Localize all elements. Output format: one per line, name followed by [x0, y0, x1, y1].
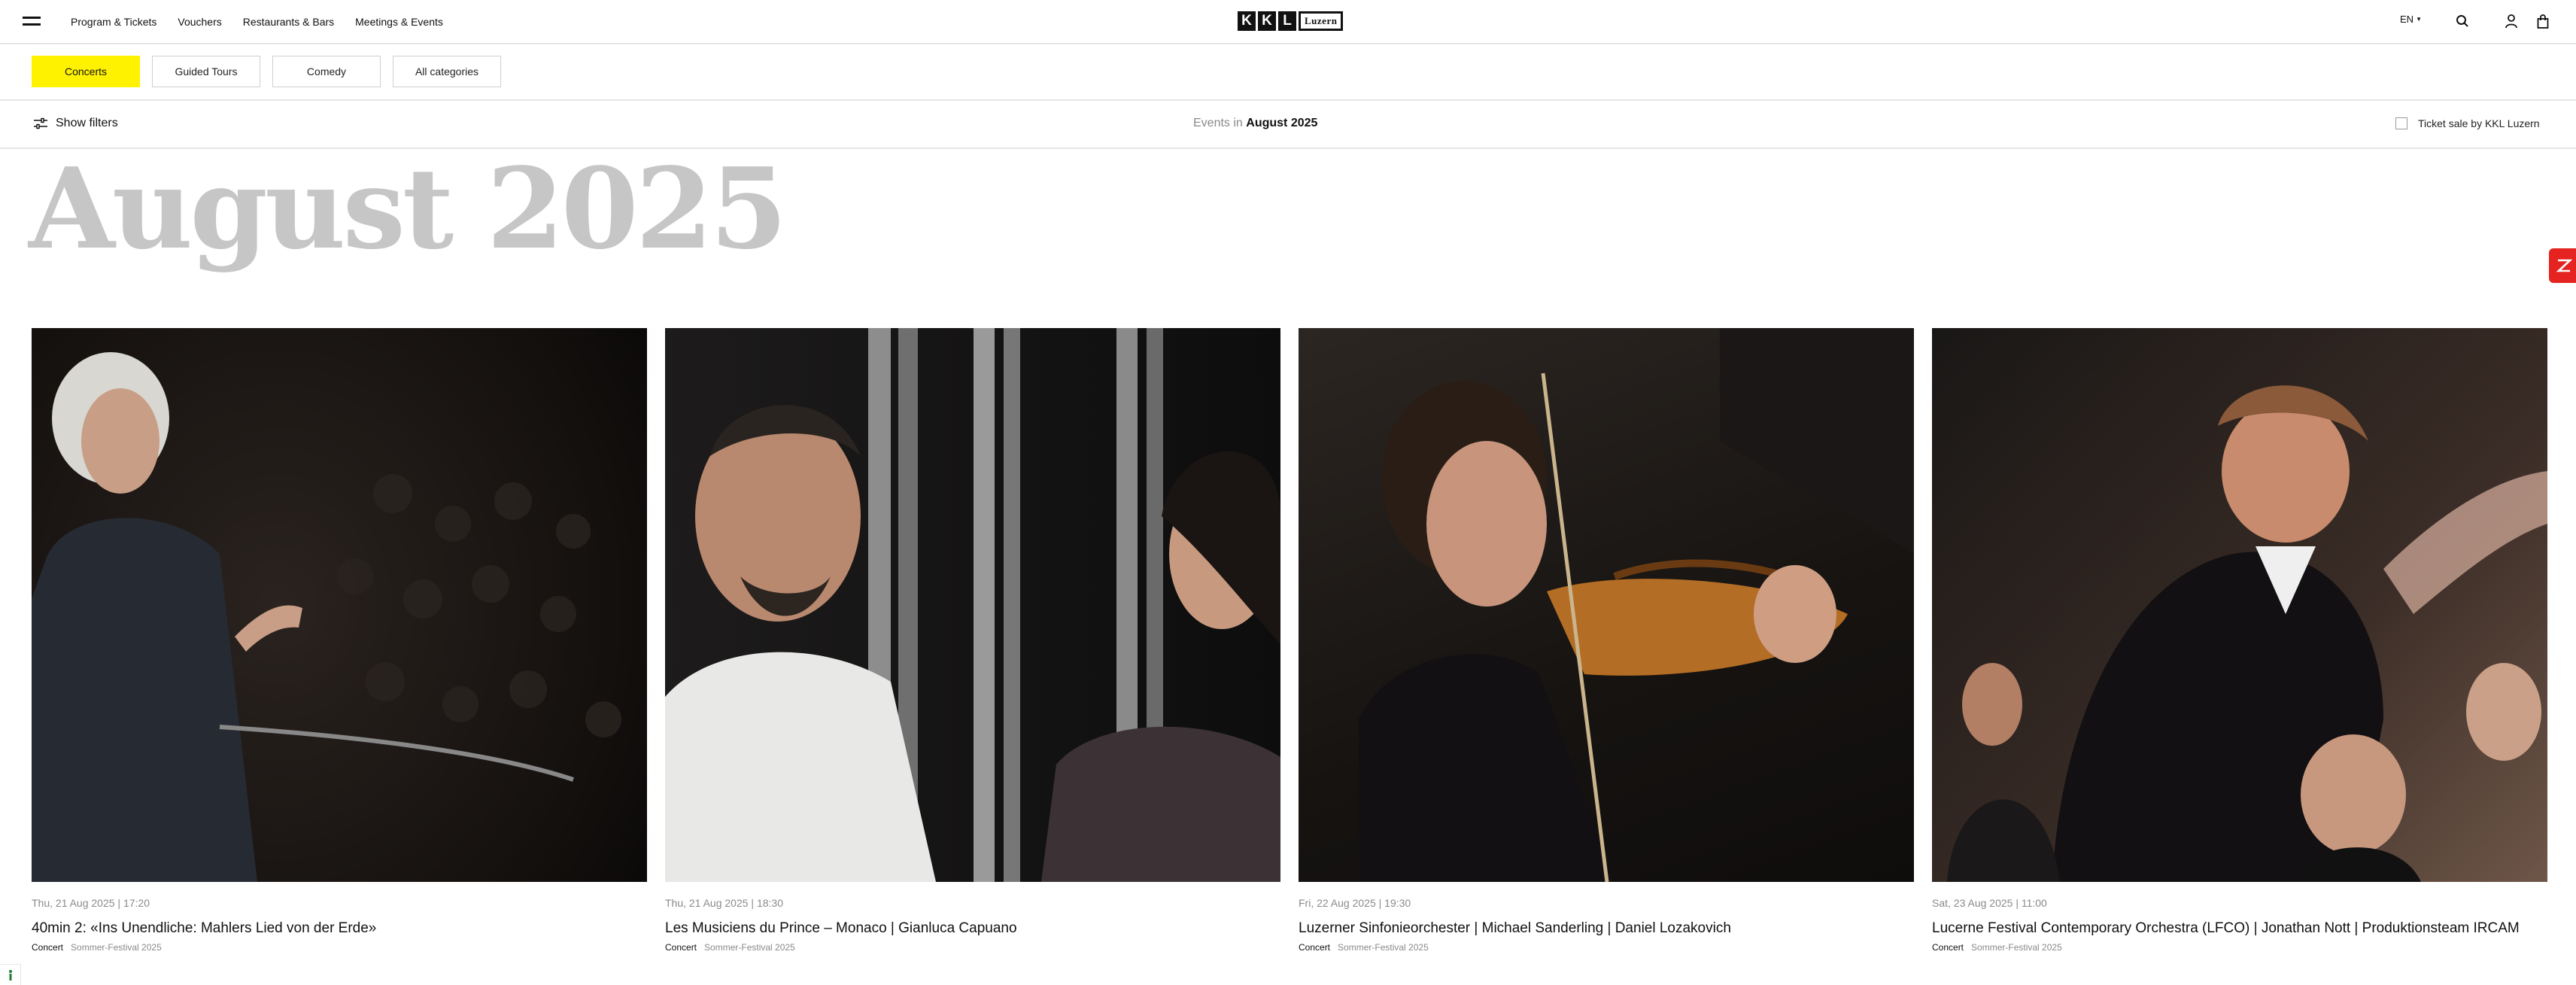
event-card[interactable]: Sat, 23 Aug 2025 | 11:00 Lucerne Festiva… [1932, 328, 2547, 953]
top-navigation: Program & Tickets Vouchers Restaurants &… [0, 0, 2576, 44]
caret-down-icon: ▼ [2416, 16, 2422, 23]
event-image-singers-on-stage[interactable] [665, 328, 1280, 882]
event-image-conductor-speaking[interactable] [32, 328, 647, 882]
event-card[interactable]: Thu, 21 Aug 2025 | 18:30 Les Musiciens d… [665, 328, 1280, 953]
user-account-icon[interactable] [2502, 11, 2521, 31]
category-tab-guided-tours[interactable]: Guided Tours [152, 56, 260, 87]
event-date: Sat, 23 Aug 2025 | 11:00 [1932, 897, 2047, 909]
feedback-icon [2556, 259, 2572, 272]
event-type: Concert [32, 942, 64, 953]
nav-meetings-events[interactable]: Meetings & Events [355, 16, 443, 28]
event-tags: Concert Sommer-Festival 2025 [665, 942, 1280, 953]
language-label: EN [2400, 14, 2414, 25]
event-festival: Sommer-Festival 2025 [704, 942, 795, 953]
search-icon[interactable] [2453, 11, 2472, 31]
ticket-sale-filter[interactable]: Ticket sale by KKL Luzern [2395, 117, 2540, 129]
ticket-sale-label: Ticket sale by KKL Luzern [2418, 117, 2540, 129]
event-title[interactable]: 40min 2: «Ins Unendliche: Mahlers Lied v… [32, 917, 647, 941]
ticket-sale-checkbox[interactable] [2395, 117, 2407, 129]
nav-program-tickets[interactable]: Program & Tickets [71, 16, 156, 28]
filter-bar: Show filters Events in August 2025 Ticke… [0, 101, 2576, 149]
filter-sliders-icon [34, 117, 47, 129]
event-tags: Concert Sommer-Festival 2025 [1299, 942, 1914, 953]
category-tab-all-categories[interactable]: All categories [393, 56, 501, 87]
event-type: Concert [1932, 942, 1964, 953]
events-in-month: Events in August 2025 [1193, 117, 1317, 130]
events-in-month-value: August 2025 [1246, 117, 1318, 129]
event-festival: Sommer-Festival 2025 [1971, 942, 2062, 953]
event-date: Thu, 21 Aug 2025 | 18:30 [665, 897, 783, 909]
logo-word: Luzern [1299, 11, 1344, 31]
menu-icon[interactable] [23, 15, 41, 29]
event-type: Concert [665, 942, 697, 953]
event-tags: Concert Sommer-Festival 2025 [1932, 942, 2547, 953]
month-heading: August 2025 [29, 143, 788, 274]
event-tags: Concert Sommer-Festival 2025 [32, 942, 647, 953]
kkl-luzern-logo[interactable]: K K L Luzern [1238, 11, 1344, 32]
event-title[interactable]: Luzerner Sinfonieorchester | Michael San… [1299, 917, 1914, 941]
event-title[interactable]: Les Musiciens du Prince – Monaco | Gianl… [665, 917, 1280, 941]
show-filters-label: Show filters [56, 117, 118, 129]
category-tab-comedy[interactable]: Comedy [272, 56, 381, 87]
event-date: Fri, 22 Aug 2025 | 19:30 [1299, 897, 1411, 909]
category-tab-concerts[interactable]: Concerts [32, 56, 140, 87]
main-nav: Program & Tickets Vouchers Restaurants &… [71, 0, 443, 43]
language-selector[interactable]: EN ▼ [2400, 14, 2422, 25]
logo-letter: K [1238, 11, 1256, 31]
category-tabs: Concerts Guided Tours Comedy All categor… [0, 44, 2576, 101]
event-festival: Sommer-Festival 2025 [1338, 942, 1429, 953]
events-in-prefix: Events in [1193, 117, 1243, 129]
logo-letter: K [1258, 11, 1276, 31]
shopping-bag-icon[interactable] [2533, 11, 2553, 31]
nav-vouchers[interactable]: Vouchers [178, 16, 221, 28]
event-date: Thu, 21 Aug 2025 | 17:20 [32, 897, 150, 909]
event-image-conductor-with-orchestra[interactable] [1932, 328, 2547, 882]
feedback-side-tab[interactable] [2549, 248, 2576, 283]
show-filters-button[interactable]: Show filters [33, 117, 118, 130]
logo-letter: L [1278, 11, 1296, 31]
event-type: Concert [1299, 942, 1331, 953]
event-image-violinist[interactable] [1299, 328, 1914, 882]
event-card[interactable]: Fri, 22 Aug 2025 | 19:30 Luzerner Sinfon… [1299, 328, 1914, 953]
event-festival: Sommer-Festival 2025 [71, 942, 162, 953]
event-title[interactable]: Lucerne Festival Contemporary Orchestra … [1932, 917, 2547, 941]
event-card[interactable]: Thu, 21 Aug 2025 | 17:20 40min 2: «Ins U… [32, 328, 647, 953]
accessibility-icon[interactable] [0, 964, 21, 985]
nav-restaurants-bars[interactable]: Restaurants & Bars [243, 16, 334, 28]
